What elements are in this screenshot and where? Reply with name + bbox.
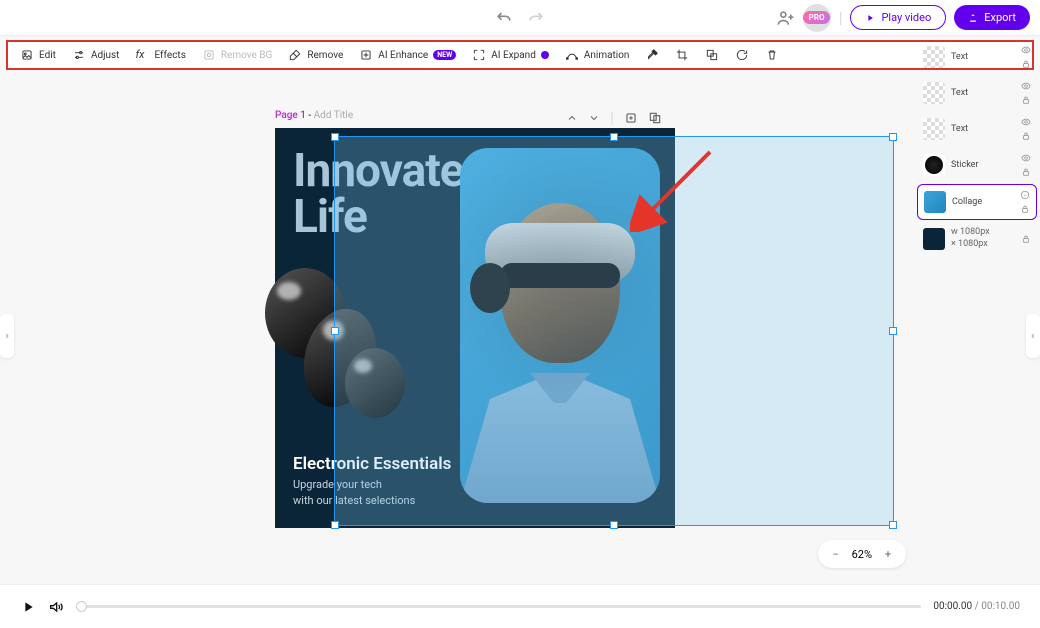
page-down-icon[interactable] [588, 112, 600, 124]
layer-collage[interactable]: Collage [917, 184, 1037, 220]
user-avatar[interactable]: PRO [803, 4, 831, 32]
canvas-height: × 1080px [951, 239, 990, 251]
eye-icon[interactable] [1021, 153, 1031, 163]
resize-handle-mr[interactable] [889, 327, 897, 335]
page-title-placeholder: Add Title [314, 110, 354, 121]
layer-thumb [924, 191, 946, 213]
adjust-tool[interactable]: Adjust [72, 48, 120, 62]
redo-button[interactable] [526, 8, 546, 28]
layer-thumb [923, 46, 945, 68]
layer-sticker[interactable]: Sticker [917, 148, 1037, 182]
effects-tool[interactable]: fx Effects [135, 48, 185, 62]
timecode: 00:00.00 / 00:10.00 [933, 601, 1020, 612]
sticker-3d-abstract[interactable] [265, 258, 445, 458]
right-panel-collapse[interactable] [1026, 314, 1040, 358]
edit-label: Edit [39, 50, 56, 61]
background-thumb[interactable] [923, 228, 945, 250]
lock-icon[interactable] [1021, 234, 1031, 244]
app-header: PRO | Play video Export [0, 0, 1040, 36]
canvas-size-row: w 1080px × 1080px [917, 222, 1037, 255]
footer-text-block[interactable]: Electronic Essentials Upgrade your tech … [293, 454, 451, 508]
layer-thumb [923, 82, 945, 104]
zoom-in-button[interactable]: + [878, 544, 898, 564]
eyedropper-tool[interactable] [645, 48, 659, 62]
subheadline: Electronic Essentials [293, 454, 451, 474]
resize-handle-tr[interactable] [889, 133, 897, 141]
animation-label: Animation [584, 50, 630, 61]
export-label: Export [984, 11, 1016, 24]
add-page-icon[interactable] [624, 111, 638, 125]
layer-text-3[interactable]: Text [917, 112, 1037, 146]
layer-thumb [923, 118, 945, 140]
lock-icon[interactable] [1021, 167, 1031, 177]
remove-bg-tool: Remove BG [202, 48, 272, 62]
video-player-bar: 00:00.00 / 00:10.00 [0, 584, 1040, 628]
play-video-button[interactable]: Play video [850, 5, 946, 30]
layer-text-2[interactable]: Text [917, 76, 1037, 110]
page-controls: | [566, 108, 662, 127]
lock-icon[interactable] [1021, 131, 1031, 141]
ai-expand-label: AI Expand [491, 50, 536, 61]
edit-tool[interactable]: Edit [20, 48, 56, 62]
effects-label: Effects [154, 50, 185, 61]
design-canvas[interactable]: Innovate Life Electronic Essentials Upgr… [275, 128, 675, 528]
zoom-out-button[interactable]: − [826, 544, 846, 564]
timeline-scrubber[interactable] [76, 605, 921, 608]
page-up-icon[interactable] [566, 112, 578, 124]
header-right: PRO | Play video Export [775, 4, 1030, 32]
crop-tool[interactable] [675, 48, 689, 62]
resize-handle-br[interactable] [889, 521, 897, 529]
eye-icon[interactable] [1021, 45, 1031, 55]
remove-tool[interactable]: Remove [288, 48, 343, 62]
ai-enhance-label: AI Enhance [378, 50, 428, 61]
canvas-width: w 1080px [951, 227, 990, 239]
new-badge: NEW [433, 50, 456, 60]
header-center [494, 8, 546, 28]
lock-icon[interactable] [1020, 204, 1030, 214]
export-button[interactable]: Export [954, 5, 1030, 30]
expand-dot-badge [541, 51, 549, 59]
lock-icon[interactable] [1021, 95, 1031, 105]
pro-badge: PRO [803, 11, 831, 24]
layers-panel: Text Text Text Sticker Collage w 1080px … [917, 40, 1037, 255]
remove-label: Remove [307, 50, 343, 61]
undo-button[interactable] [494, 8, 514, 28]
layer-text-1[interactable]: Text [917, 40, 1037, 74]
timeline-playhead[interactable] [76, 601, 87, 612]
duplicate-page-icon[interactable] [648, 111, 662, 125]
layer-thumb [923, 154, 945, 176]
info-icon[interactable] [1020, 190, 1030, 200]
page-label[interactable]: Page 1 - Add Title [275, 110, 353, 121]
design-stage: Page 1 - Add Title | Innovate Life [10, 70, 910, 576]
layers-tool[interactable] [705, 48, 719, 62]
adjust-label: Adjust [91, 50, 120, 61]
edit-toolbar: Edit Adjust fx Effects Remove BG Remove … [6, 40, 1034, 70]
left-panel-expand[interactable] [0, 314, 14, 358]
refresh-tool[interactable] [735, 48, 749, 62]
page-number: Page 1 [275, 110, 306, 121]
ai-expand-tool[interactable]: AI Expand [472, 48, 549, 62]
share-user-icon[interactable] [775, 8, 795, 28]
eye-icon[interactable] [1021, 81, 1031, 91]
lock-icon[interactable] [1021, 59, 1031, 69]
volume-icon[interactable] [48, 599, 64, 615]
zoom-percent: 62% [852, 548, 872, 561]
delete-tool[interactable] [765, 48, 779, 62]
portrait-image[interactable] [460, 148, 660, 503]
play-video-label: Play video [881, 11, 931, 24]
zoom-controls: − 62% + [818, 540, 906, 568]
play-button[interactable] [20, 599, 36, 615]
ai-enhance-tool[interactable]: AI Enhance NEW [359, 48, 456, 62]
animation-tool[interactable]: Animation [565, 48, 630, 62]
remove-bg-label: Remove BG [221, 50, 272, 61]
eye-icon[interactable] [1021, 117, 1031, 127]
